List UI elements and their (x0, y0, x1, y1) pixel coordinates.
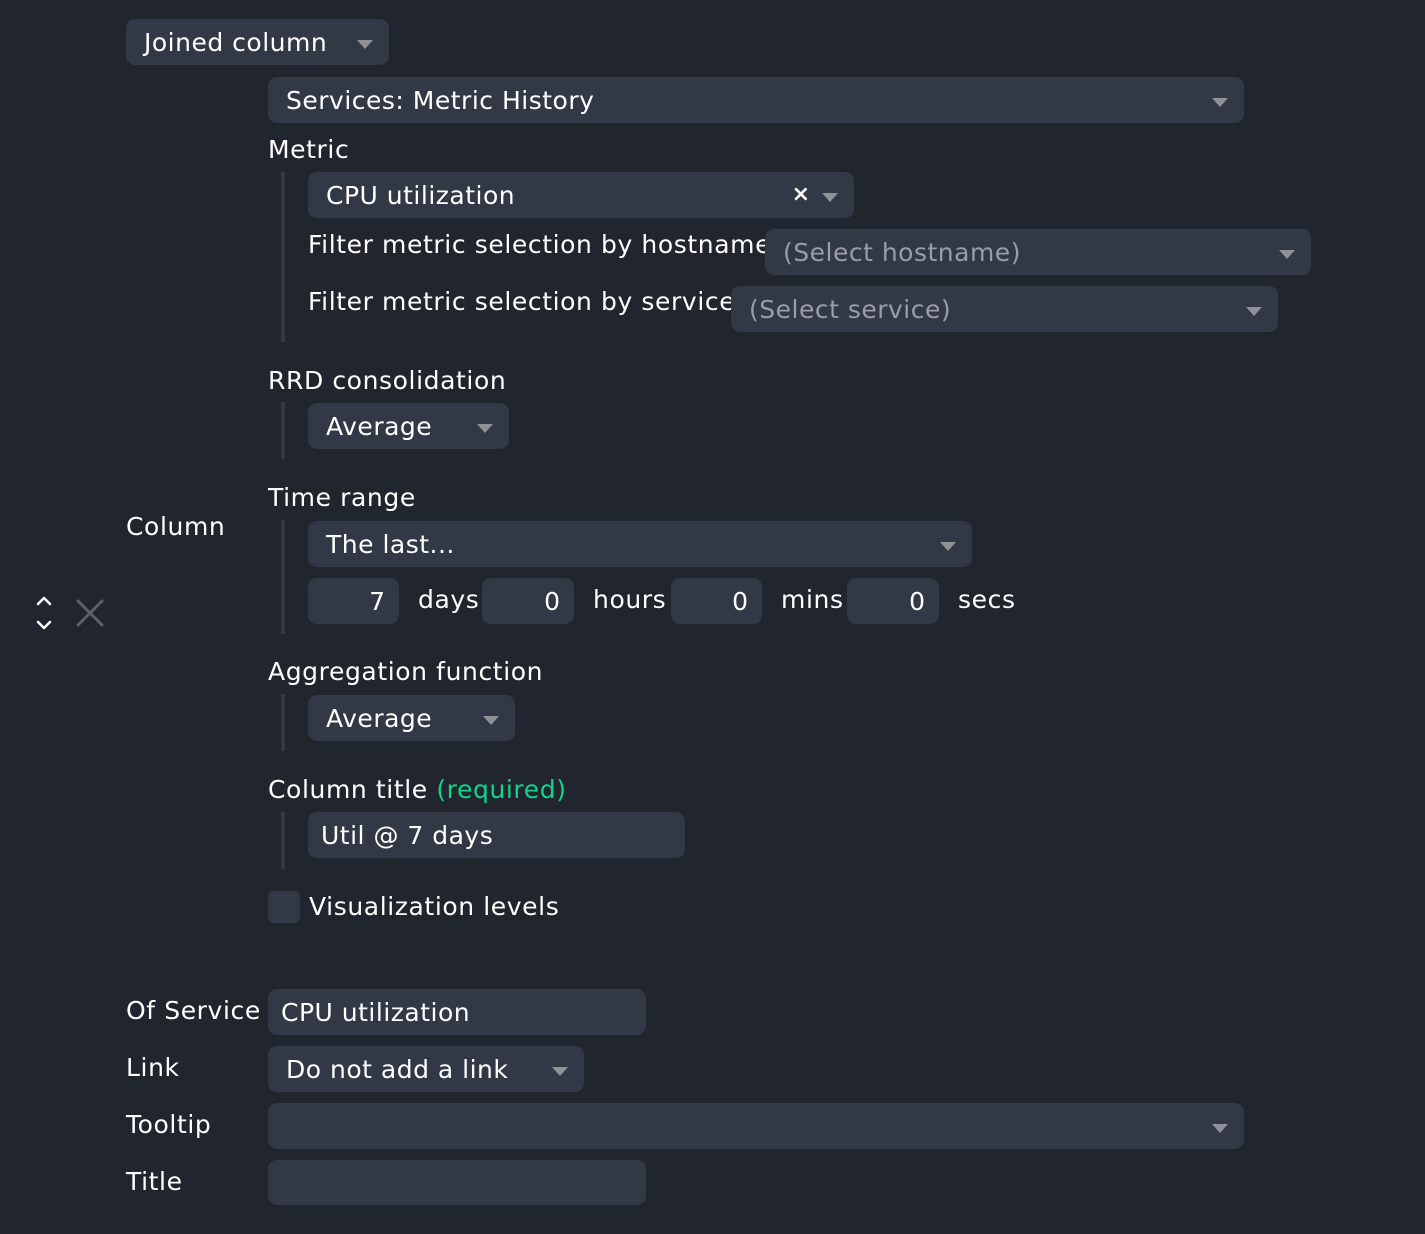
column-type-value: Joined column (144, 27, 328, 57)
time-range-mode-value: The last... (326, 529, 455, 559)
source-value: Services: Metric History (286, 85, 595, 115)
visualization-levels-label: Visualization levels (309, 892, 560, 921)
column-type-select[interactable]: Joined column (126, 19, 389, 65)
chevron-down-icon (1279, 250, 1295, 259)
hours-value: 0 (544, 586, 560, 616)
column-title-group-bar (281, 812, 285, 869)
required-indicator: (required) (436, 775, 567, 804)
tooltip-label: Tooltip (126, 1110, 212, 1139)
delete-column-button[interactable] (75, 598, 105, 628)
hours-unit-label: hours (593, 585, 667, 614)
service-filter-label: Filter metric selection by service: (308, 287, 745, 316)
chevron-down-icon (483, 716, 499, 725)
chevron-down-icon (1212, 98, 1228, 107)
chevron-down-icon (822, 193, 838, 202)
chevron-down-icon (1212, 1124, 1228, 1133)
aggregation-group-bar (281, 694, 285, 751)
clear-selection-icon[interactable]: × (792, 182, 810, 207)
days-value: 7 (369, 586, 385, 616)
link-label: Link (126, 1053, 180, 1082)
source-select[interactable]: Services: Metric History (268, 77, 1244, 123)
days-unit-label: days (418, 585, 480, 614)
chevron-down-icon (552, 1067, 568, 1076)
mins-unit-label: mins (781, 585, 844, 614)
close-icon (76, 599, 104, 627)
column-title-label-text: Column title (268, 775, 428, 804)
column-label: Column (126, 512, 226, 541)
secs-unit-label: secs (958, 585, 1016, 614)
column-title-value: Util @ 7 days (321, 820, 494, 850)
metric-group-bar (281, 172, 285, 342)
hostname-filter-label: Filter metric selection by hostname: (308, 230, 781, 259)
secs-value: 0 (909, 586, 925, 616)
secs-input[interactable]: 0 (847, 578, 939, 624)
time-range-group-bar (281, 520, 285, 634)
metric-value: CPU utilization (326, 180, 516, 210)
chevron-down-icon (940, 542, 956, 551)
of-service-value: CPU utilization (281, 997, 471, 1027)
rrd-consolidation-value: Average (326, 411, 433, 441)
move-handle[interactable] (32, 594, 56, 634)
title-label: Title (126, 1167, 183, 1196)
service-filter-select[interactable]: (Select service) (731, 286, 1278, 332)
column-title-label: Column title (required) (268, 775, 567, 804)
of-service-input[interactable]: CPU utilization (268, 989, 646, 1035)
rrd-consolidation-select[interactable]: Average (308, 403, 509, 449)
time-range-mode-select[interactable]: The last... (308, 521, 972, 567)
aggregation-value: Average (326, 703, 433, 733)
visualization-levels-checkbox[interactable] (268, 891, 300, 923)
metric-select[interactable]: CPU utilization × (308, 172, 854, 218)
link-select[interactable]: Do not add a link (268, 1046, 584, 1092)
aggregation-select[interactable]: Average (308, 695, 515, 741)
days-input[interactable]: 7 (308, 578, 399, 624)
hostname-filter-select[interactable]: (Select hostname) (765, 229, 1311, 275)
hostname-filter-placeholder: (Select hostname) (783, 237, 1021, 267)
service-filter-placeholder: (Select service) (749, 294, 952, 324)
rrd-consolidation-label: RRD consolidation (268, 366, 507, 395)
title-input[interactable] (268, 1160, 646, 1205)
time-range-label: Time range (268, 483, 416, 512)
chevron-down-icon (477, 424, 493, 433)
mins-input[interactable]: 0 (671, 578, 762, 624)
mins-value: 0 (732, 586, 748, 616)
hours-input[interactable]: 0 (482, 578, 574, 624)
chevron-down-icon (1246, 307, 1262, 316)
of-service-label: Of Service (126, 996, 261, 1025)
tooltip-select[interactable] (268, 1103, 1244, 1149)
aggregation-label: Aggregation function (268, 657, 544, 686)
column-title-input[interactable]: Util @ 7 days (308, 812, 685, 858)
chevron-down-icon (357, 40, 373, 49)
link-value: Do not add a link (286, 1054, 509, 1084)
up-down-chevron-icon (36, 596, 52, 630)
metric-label: Metric (268, 135, 350, 164)
rrd-group-bar (281, 402, 285, 459)
